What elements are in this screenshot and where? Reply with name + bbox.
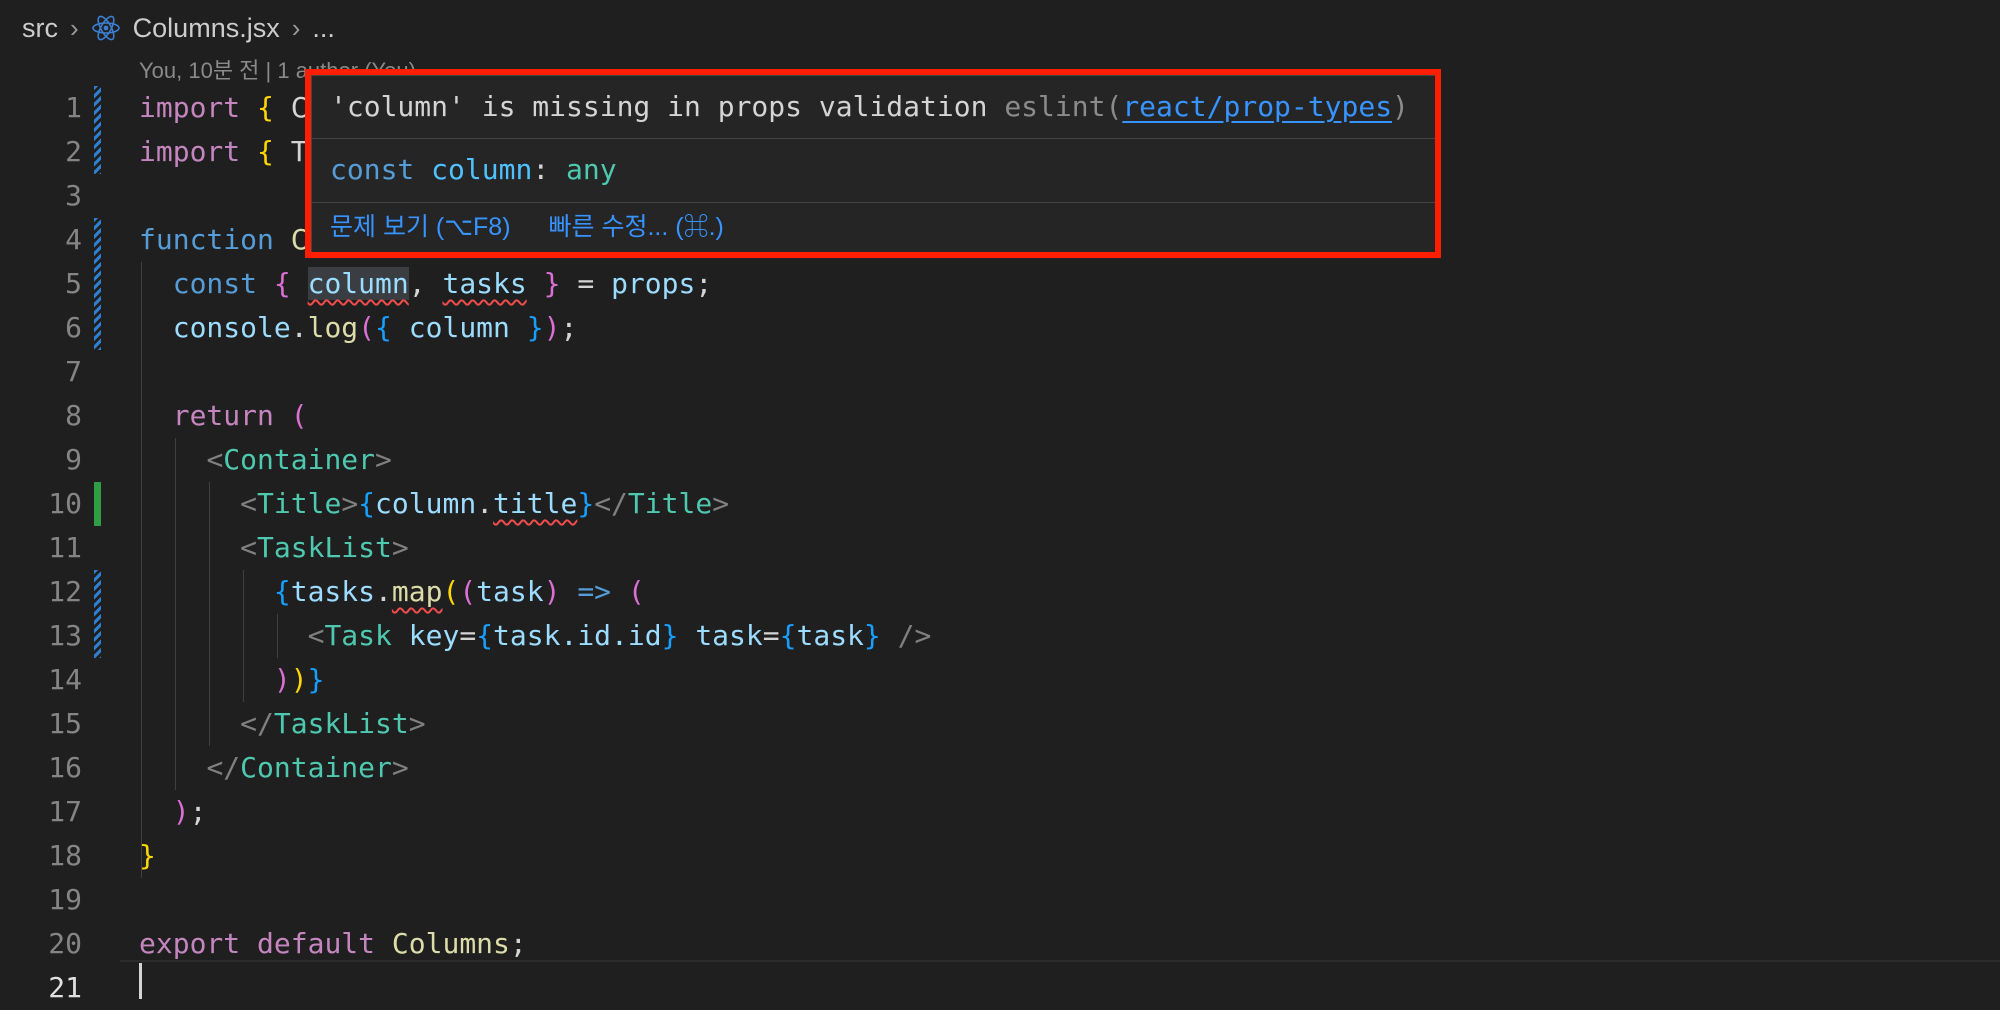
- problem-source-close: ): [1392, 90, 1409, 123]
- code-line-17[interactable]: );: [139, 790, 207, 834]
- code-line-8[interactable]: return (: [139, 394, 308, 438]
- line-number-active: 21: [48, 971, 82, 1004]
- line-number: 20: [48, 927, 82, 960]
- quick-fix-link[interactable]: 빠른 수정... (⌘.): [549, 204, 724, 250]
- git-modified-marker[interactable]: [94, 218, 101, 350]
- line-number: 2: [65, 135, 82, 168]
- hover-tooltip[interactable]: 'column' is missing in props validation …: [311, 75, 1437, 254]
- chevron-right-icon: ›: [70, 12, 79, 43]
- line-number: 6: [65, 311, 82, 344]
- code-line-13[interactable]: <Task key={task.id.id} task={task} />: [139, 614, 932, 658]
- line-number: 1: [65, 91, 82, 124]
- type-signature: const column: any: [330, 153, 617, 186]
- line-number: 7: [65, 355, 82, 388]
- problem-source: eslint(: [1004, 90, 1123, 123]
- tooltip-divider: [312, 138, 1436, 139]
- squiggle-tasks: tasks: [442, 267, 527, 300]
- git-modified-marker[interactable]: [94, 570, 101, 658]
- view-problem-link[interactable]: 문제 보기 (⌥F8): [330, 204, 511, 250]
- text-cursor: [139, 963, 142, 999]
- line-number: 8: [65, 399, 82, 432]
- line-number: 13: [48, 619, 82, 652]
- code-line-15[interactable]: </TaskList>: [139, 702, 425, 746]
- code-line-16[interactable]: </Container>: [139, 746, 408, 790]
- git-added-marker[interactable]: [94, 482, 101, 526]
- line-number: 4: [65, 223, 82, 256]
- code-line-2[interactable]: import { T: [139, 130, 308, 174]
- code-line-5[interactable]: const { column, tasks } = props;: [139, 262, 712, 306]
- current-line-highlight: [120, 960, 2000, 1004]
- line-number: 5: [65, 267, 82, 300]
- breadcrumb-file[interactable]: Columns.jsx: [133, 13, 280, 44]
- squiggle-map: map: [391, 575, 443, 608]
- code-line-9[interactable]: <Container>: [139, 438, 391, 482]
- code-line-1[interactable]: import { C: [139, 86, 308, 130]
- react-icon: [91, 13, 121, 43]
- line-number: 10: [48, 487, 82, 520]
- code-line-4[interactable]: function C: [139, 218, 308, 262]
- squiggle-column: column: [307, 267, 409, 300]
- squiggle-title: title: [493, 487, 578, 520]
- line-number: 18: [48, 839, 82, 872]
- code-line-10[interactable]: <Title>{column.title}</Title>: [139, 482, 729, 526]
- line-number: 16: [48, 751, 82, 784]
- line-number: 12: [48, 575, 82, 608]
- tooltip-actions: 문제 보기 (⌥F8) 빠른 수정... (⌘.): [330, 204, 724, 250]
- line-number: 15: [48, 707, 82, 740]
- breadcrumb-folder[interactable]: src: [22, 13, 58, 44]
- line-number: 11: [48, 531, 82, 564]
- breadcrumb-more[interactable]: ...: [312, 13, 335, 44]
- code-line-14[interactable]: ))}: [139, 658, 325, 702]
- line-number: 17: [48, 795, 82, 828]
- line-number: 14: [48, 663, 82, 696]
- code-line-18[interactable]: }: [139, 834, 156, 878]
- rule-link[interactable]: react/prop-types: [1122, 90, 1392, 123]
- line-number: 19: [48, 883, 82, 916]
- code-line-12[interactable]: {tasks.map((task) => (: [139, 570, 645, 614]
- tooltip-divider: [312, 202, 1436, 203]
- problem-message: 'column' is missing in props validation …: [330, 76, 1409, 138]
- code-line-6[interactable]: console.log({ column });: [139, 306, 578, 350]
- problem-text: 'column' is missing in props validation: [330, 90, 988, 123]
- chevron-right-icon: ›: [291, 12, 301, 43]
- code-line-11[interactable]: <TaskList>: [139, 526, 409, 570]
- line-number: 3: [65, 179, 82, 212]
- breadcrumb: src › Columns.jsx › ...: [22, 8, 335, 48]
- line-number: 9: [65, 443, 82, 476]
- git-modified-marker[interactable]: [94, 86, 101, 174]
